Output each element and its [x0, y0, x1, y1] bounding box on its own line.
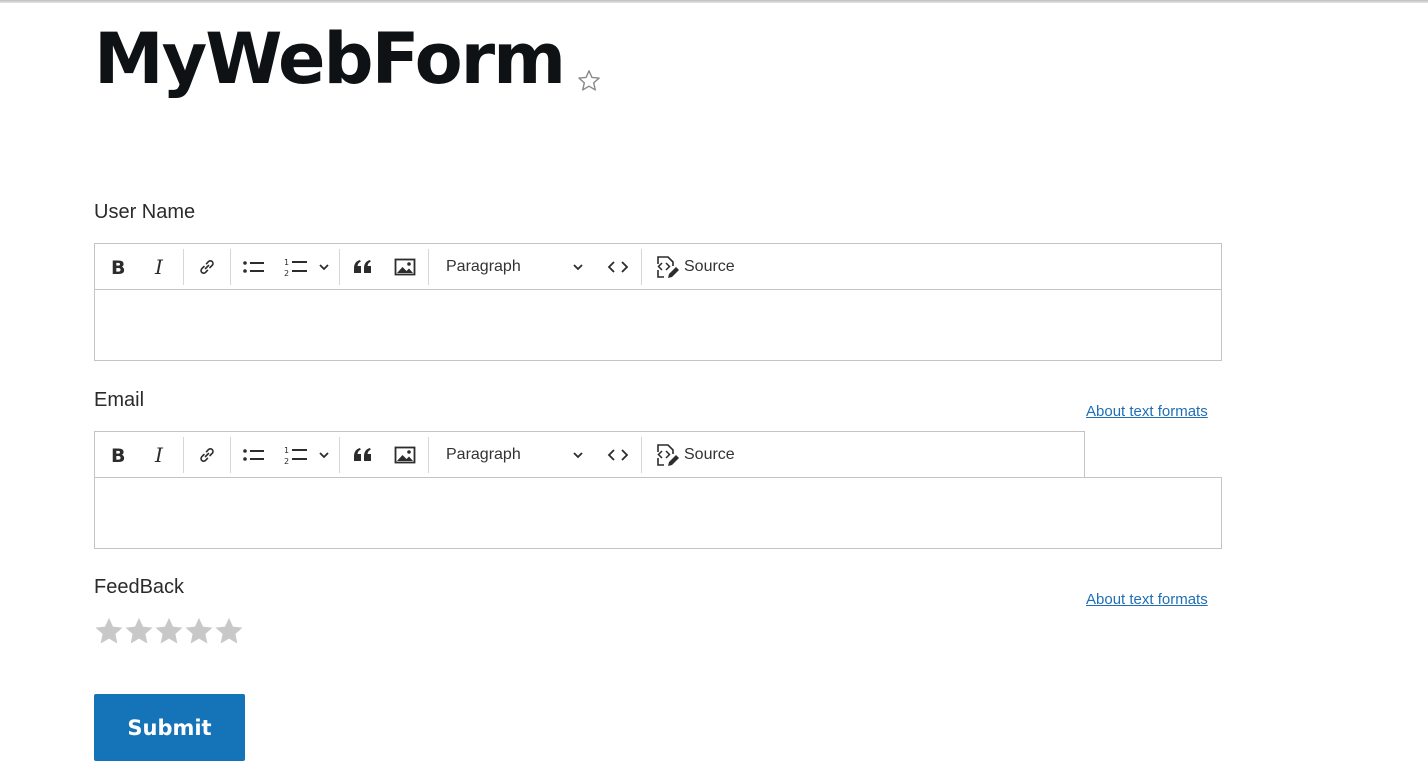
italic-button[interactable]: I: [142, 249, 178, 285]
block-quote-icon: [354, 447, 371, 461]
about-text-formats-link[interactable]: About text formats: [1086, 591, 1208, 608]
link-icon: [200, 259, 214, 274]
svg-text:2: 2: [284, 269, 289, 278]
toolbar-separator: [641, 436, 642, 473]
numbered-list-options-button[interactable]: [314, 437, 334, 473]
insert-image-button[interactable]: [387, 249, 423, 285]
code-icon: [607, 260, 629, 273]
numbered-list-icon: 12: [284, 258, 307, 278]
block-quote-button[interactable]: [345, 249, 381, 285]
chevron-down-icon: [573, 451, 583, 458]
source-icon: [657, 255, 679, 278]
chevron-down-icon: [319, 451, 329, 458]
svg-text:I: I: [154, 445, 164, 465]
chevron-down-icon: [573, 263, 583, 270]
svg-text:1: 1: [284, 258, 289, 267]
code-icon: [607, 448, 629, 461]
heading-dropdown-value: Paragraph: [446, 257, 521, 275]
top-bar: [0, 0, 1428, 3]
svg-text:I: I: [154, 257, 164, 277]
bulleted-list-icon: [243, 260, 264, 273]
toolbar-separator: [339, 248, 340, 285]
user-name-editor: B I 12 Paragraph Source: [94, 243, 1222, 361]
submit-button[interactable]: Submit: [94, 694, 245, 761]
code-button[interactable]: [600, 249, 636, 285]
svg-text:2: 2: [284, 457, 289, 466]
source-button-label: Source: [684, 257, 735, 275]
numbered-list-icon: 12: [284, 446, 307, 466]
star-icon[interactable]: [94, 616, 124, 646]
email-label: Email: [94, 389, 145, 411]
svg-text:B: B: [111, 257, 125, 277]
star-outline-icon[interactable]: [576, 68, 602, 94]
toolbar-separator: [183, 436, 184, 473]
heading-dropdown-value: Paragraph: [446, 445, 521, 463]
editor-toolbar: B I 12 Paragraph Source: [94, 431, 1085, 477]
bulleted-list-button[interactable]: [236, 437, 272, 473]
svg-text:B: B: [111, 445, 125, 465]
image-icon: [394, 446, 416, 463]
numbered-list-button[interactable]: 12: [278, 249, 314, 285]
toolbar-separator: [230, 248, 231, 285]
italic-button[interactable]: I: [142, 437, 178, 473]
link-button[interactable]: [189, 437, 225, 473]
block-quote-icon: [354, 259, 371, 273]
toolbar-separator: [428, 436, 429, 473]
page-title: MyWebForm: [94, 18, 566, 100]
heading-dropdown[interactable]: Paragraph: [431, 249, 597, 285]
bulleted-list-icon: [243, 448, 264, 461]
bold-icon: B: [111, 445, 125, 465]
toolbar-separator: [428, 248, 429, 285]
user-name-label: User Name: [94, 201, 196, 223]
source-button[interactable]: Source: [644, 249, 741, 285]
bold-button[interactable]: B: [100, 249, 136, 285]
bold-button[interactable]: B: [100, 437, 136, 473]
italic-icon: I: [154, 257, 164, 277]
feedback-label: FeedBack: [94, 576, 185, 598]
email-text-area[interactable]: [94, 477, 1222, 549]
bulleted-list-button[interactable]: [236, 249, 272, 285]
link-button[interactable]: [189, 249, 225, 285]
svg-text:1: 1: [284, 446, 289, 455]
bold-icon: B: [111, 257, 125, 277]
user-name-text-area[interactable]: [94, 289, 1222, 361]
numbered-list-button[interactable]: 12: [278, 437, 314, 473]
toolbar-separator: [641, 248, 642, 285]
toolbar-separator: [183, 248, 184, 285]
toolbar-separator: [339, 436, 340, 473]
numbered-list-options-button[interactable]: [314, 249, 334, 285]
source-icon: [657, 443, 679, 466]
block-quote-button[interactable]: [345, 437, 381, 473]
toolbar-separator: [230, 436, 231, 473]
italic-icon: I: [154, 445, 164, 465]
feedback-star-rating: [94, 616, 244, 646]
star-icon[interactable]: [124, 616, 154, 646]
insert-image-button[interactable]: [387, 437, 423, 473]
editor-toolbar: B I 12 Paragraph Source: [94, 243, 1222, 289]
star-icon[interactable]: [154, 616, 184, 646]
star-icon[interactable]: [214, 616, 244, 646]
source-button[interactable]: Source: [644, 437, 741, 473]
about-text-formats-link[interactable]: About text formats: [1086, 403, 1208, 420]
email-editor: B I 12 Paragraph Source: [94, 431, 1222, 549]
source-button-label: Source: [684, 445, 735, 463]
chevron-down-icon: [319, 263, 329, 270]
title-row: MyWebForm: [94, 18, 602, 100]
code-button[interactable]: [600, 437, 636, 473]
star-icon[interactable]: [184, 616, 214, 646]
heading-dropdown[interactable]: Paragraph: [431, 437, 597, 473]
image-icon: [394, 258, 416, 275]
link-icon: [200, 447, 214, 462]
